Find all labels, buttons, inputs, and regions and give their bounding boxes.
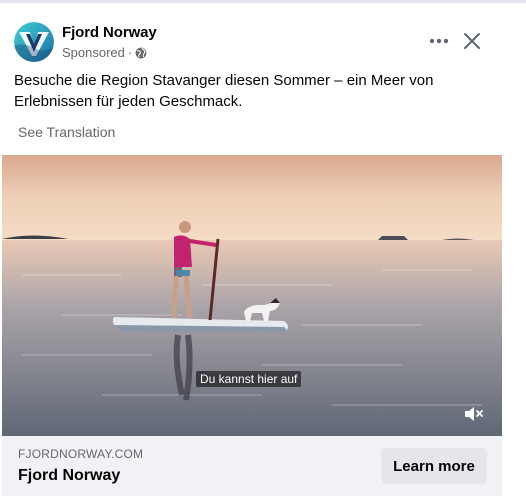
unmute-button[interactable] [462, 403, 486, 425]
post-meta: Sponsored · [62, 45, 147, 60]
fjord-norway-logo-icon [14, 22, 54, 62]
sponsored-post-card: Fjord Norway Sponsored · Besuche die Reg… [0, 0, 526, 502]
call-to-action-bar[interactable]: FJORDNORWAY.COM Fjord Norway Learn more [2, 436, 502, 496]
more-dots-icon [429, 38, 449, 44]
hide-ad-button[interactable] [457, 26, 487, 56]
link-title[interactable]: Fjord Norway [18, 467, 120, 485]
post-body-text: Besuche die Region Stavanger diesen Somm… [14, 72, 434, 110]
video-player[interactable] [2, 155, 502, 436]
muted-speaker-icon [465, 407, 483, 421]
post-header: Fjord Norway Sponsored · [14, 22, 514, 66]
link-domain[interactable]: FJORDNORWAY.COM [18, 447, 143, 461]
learn-more-button[interactable]: Learn more [381, 448, 487, 484]
sponsored-label[interactable]: Sponsored [62, 45, 125, 60]
more-options-button[interactable] [424, 26, 454, 56]
see-translation-link[interactable]: See Translation [18, 124, 115, 140]
top-divider [0, 0, 526, 3]
video-frame [2, 155, 502, 436]
close-icon [464, 33, 480, 49]
globe-icon[interactable] [135, 47, 147, 59]
meta-separator: · [127, 45, 133, 60]
feed-gutter [502, 155, 526, 502]
video-subtitle: Du kannst hier auf [196, 371, 302, 387]
page-avatar[interactable] [14, 22, 54, 62]
page-name[interactable]: Fjord Norway [62, 24, 157, 41]
